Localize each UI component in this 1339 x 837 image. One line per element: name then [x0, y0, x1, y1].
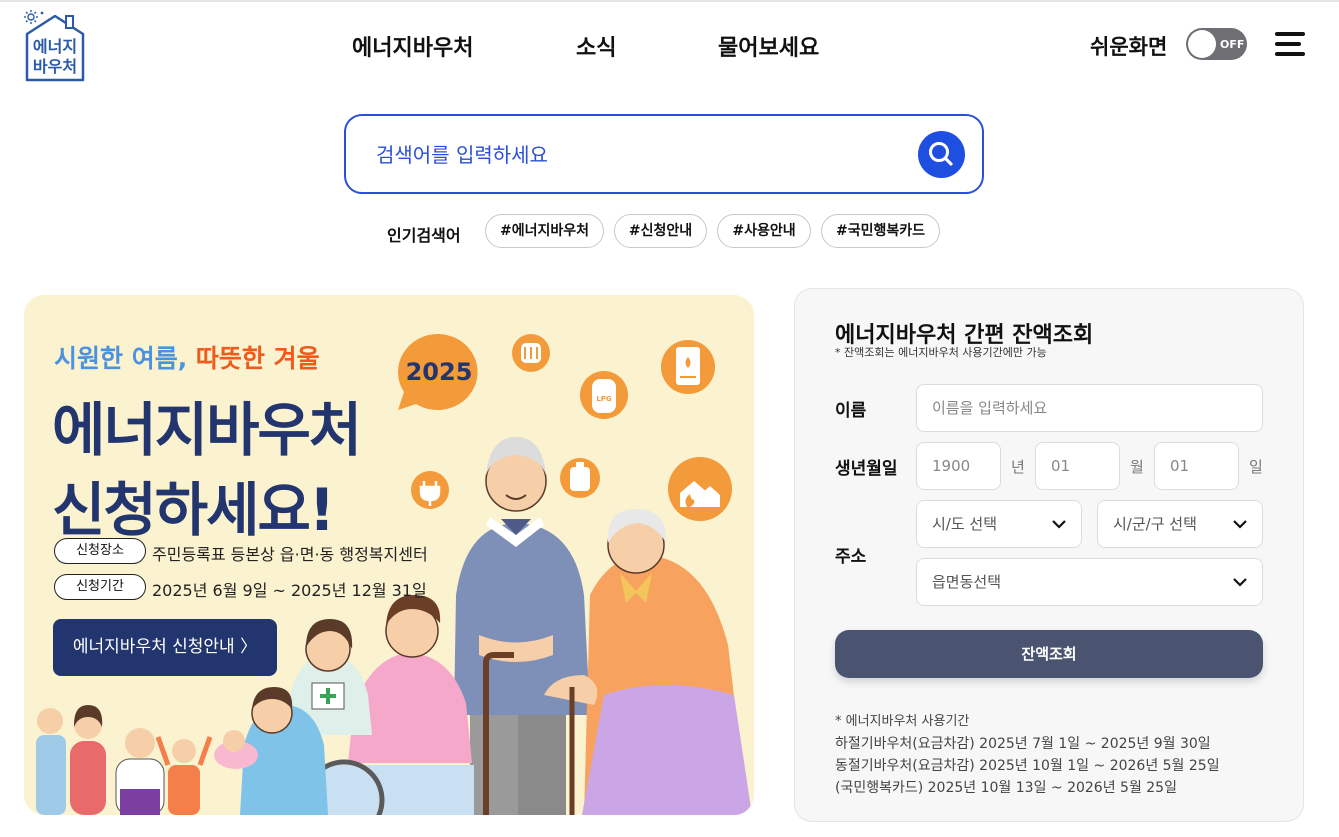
- birth-day-input[interactable]: [1154, 442, 1239, 490]
- chevron-down-icon: [1233, 520, 1247, 529]
- banner-period-text: 2025년 6월 9일 ~ 2025년 12월 31일: [152, 581, 427, 600]
- birth-label: 생년월일: [835, 459, 898, 479]
- popular-tag[interactable]: #신청안내: [614, 214, 707, 248]
- promo-banner[interactable]: LPG 시원한 여름, 따뜻한 겨울 2025 에너지바우처 신청하세요! 신청…: [24, 295, 754, 815]
- usage-period-line: (국민행복카드) 2025년 10월 13일 ~ 2026년 5월 25일: [835, 780, 1177, 796]
- birth-month-unit: 월: [1130, 458, 1144, 476]
- plug-icon: [411, 471, 449, 509]
- toggle-knob: [1188, 30, 1216, 58]
- nav-item-news[interactable]: 소식: [576, 30, 616, 62]
- search-icon: [929, 142, 953, 166]
- banner-subtitle-summer: 시원한 여름,: [54, 344, 188, 373]
- name-input[interactable]: [916, 384, 1263, 432]
- hamburger-menu-icon[interactable]: [1275, 32, 1305, 56]
- birth-year-unit: 년: [1011, 458, 1025, 476]
- lpg-icon: LPG: [580, 371, 628, 419]
- chevron-down-icon: [1052, 520, 1066, 529]
- birth-day-unit: 일: [1249, 458, 1263, 476]
- usage-period-line: 하절기바우처(요금차감) 2025년 7월 1일 ~ 2025년 9월 30일: [835, 736, 1211, 752]
- popular-searches-label: 인기검색어: [387, 226, 461, 245]
- banner-subtitle: 시원한 여름, 따뜻한 겨울: [54, 339, 320, 375]
- lpg-label: LPG: [596, 395, 612, 403]
- toggle-state-text: OFF: [1220, 38, 1245, 51]
- usage-period-info: * 에너지바우처 사용기간 하절기바우처(요금차감) 2025년 7월 1일 ~…: [835, 711, 1220, 799]
- apply-guide-button[interactable]: 에너지바우처 신청안내 〉: [53, 619, 277, 676]
- search-input[interactable]: [376, 138, 896, 172]
- popular-tag[interactable]: #에너지바우처: [485, 214, 604, 248]
- sido-select[interactable]: 시/도 선택: [916, 500, 1082, 548]
- nav-item-faq[interactable]: 물어보세요: [718, 30, 819, 62]
- birth-month-input[interactable]: [1035, 442, 1120, 490]
- banner-period-label: 신청기간: [54, 574, 146, 600]
- eupmyeondong-select[interactable]: 읍면동선택: [916, 558, 1263, 606]
- boiler-icon: [661, 340, 715, 394]
- banner-place-label: 신청장소: [54, 538, 146, 564]
- birth-year-input[interactable]: [916, 442, 1001, 490]
- top-divider: [0, 0, 1339, 2]
- sigungu-select-value: 시/군/구 선택: [1113, 515, 1197, 533]
- address-label: 주소: [835, 547, 867, 567]
- name-label: 이름: [835, 401, 867, 421]
- easy-view-label: 쉬운화면: [1090, 35, 1168, 59]
- sigungu-select[interactable]: 시/군/구 선택: [1097, 500, 1263, 548]
- chevron-down-icon: [1233, 578, 1247, 587]
- banner-subtitle-winter: 따뜻한 겨울: [195, 344, 320, 373]
- banner-title-line2: 신청하세요!: [52, 476, 335, 544]
- balance-check-button[interactable]: 잔액조회: [835, 630, 1263, 678]
- year-badge: 2025: [398, 334, 478, 410]
- search-box: [344, 114, 984, 194]
- easy-view-toggle[interactable]: OFF: [1186, 28, 1247, 60]
- home-fire-icon: [668, 457, 732, 521]
- balance-panel-note: * 잔액조회는 에너지바우처 사용기간에만 가능: [835, 346, 1047, 359]
- eupmyeondong-select-value: 읍면동선택: [932, 573, 1002, 591]
- balance-check-panel: 에너지바우처 간편 잔액조회 * 잔액조회는 에너지바우처 사용기간에만 가능 …: [794, 288, 1304, 822]
- year-badge-text: 2025: [406, 358, 473, 386]
- usage-period-line: 동절기바우처(요금차감) 2025년 10월 1일 ~ 2026년 5월 25일: [835, 758, 1220, 774]
- family-group-figure: [36, 705, 213, 815]
- popular-tag[interactable]: #국민행복카드: [821, 214, 940, 248]
- popular-searches: 인기검색어 #에너지바우처 #신청안내 #사용안내 #국민행복카드: [0, 214, 1339, 248]
- gas-can-icon: [560, 458, 600, 498]
- popular-tag[interactable]: #사용안내: [717, 214, 811, 248]
- search-button[interactable]: [918, 131, 965, 178]
- banner-place-text: 주민등록표 등본상 읍·면·동 행정복지센터: [152, 545, 428, 564]
- banner-title-line1: 에너지바우처: [52, 396, 362, 464]
- nav-item-energy-voucher[interactable]: 에너지바우처: [352, 30, 473, 62]
- usage-period-title: * 에너지바우처 사용기간: [835, 714, 970, 729]
- heater-icon: [512, 334, 550, 372]
- sido-select-value: 시/도 선택: [932, 515, 998, 533]
